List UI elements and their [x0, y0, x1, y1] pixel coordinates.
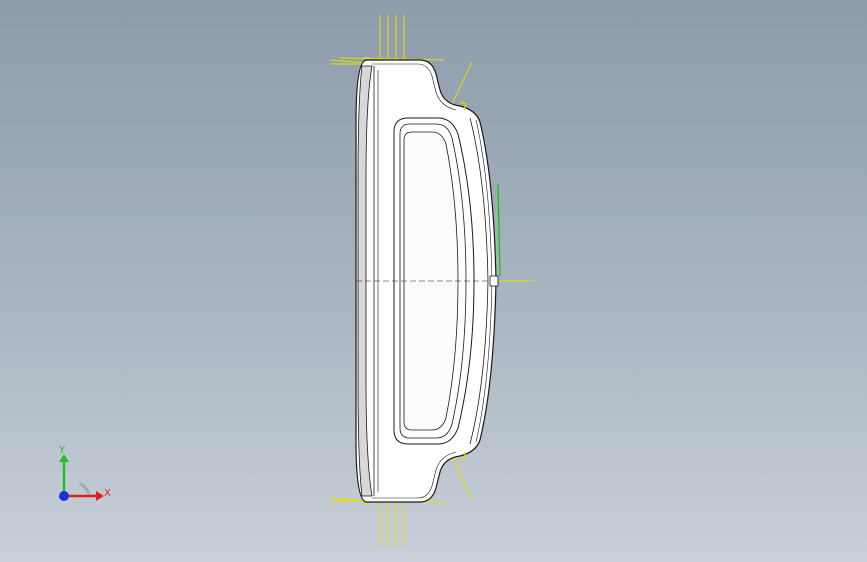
center-tab[interactable] [489, 275, 499, 287]
x-axis-arrow [96, 491, 104, 501]
x-axis-label: X [104, 488, 111, 499]
z-axis-origin [59, 491, 69, 501]
coordinate-triad: X Y [58, 445, 111, 501]
graphics-viewport[interactable]: X Y [0, 0, 867, 562]
handle-model[interactable] [0, 0, 867, 562]
y-axis-label: Y [58, 445, 66, 456]
triad-rotation-arc [78, 482, 91, 496]
sketch-line[interactable] [497, 183, 501, 277]
